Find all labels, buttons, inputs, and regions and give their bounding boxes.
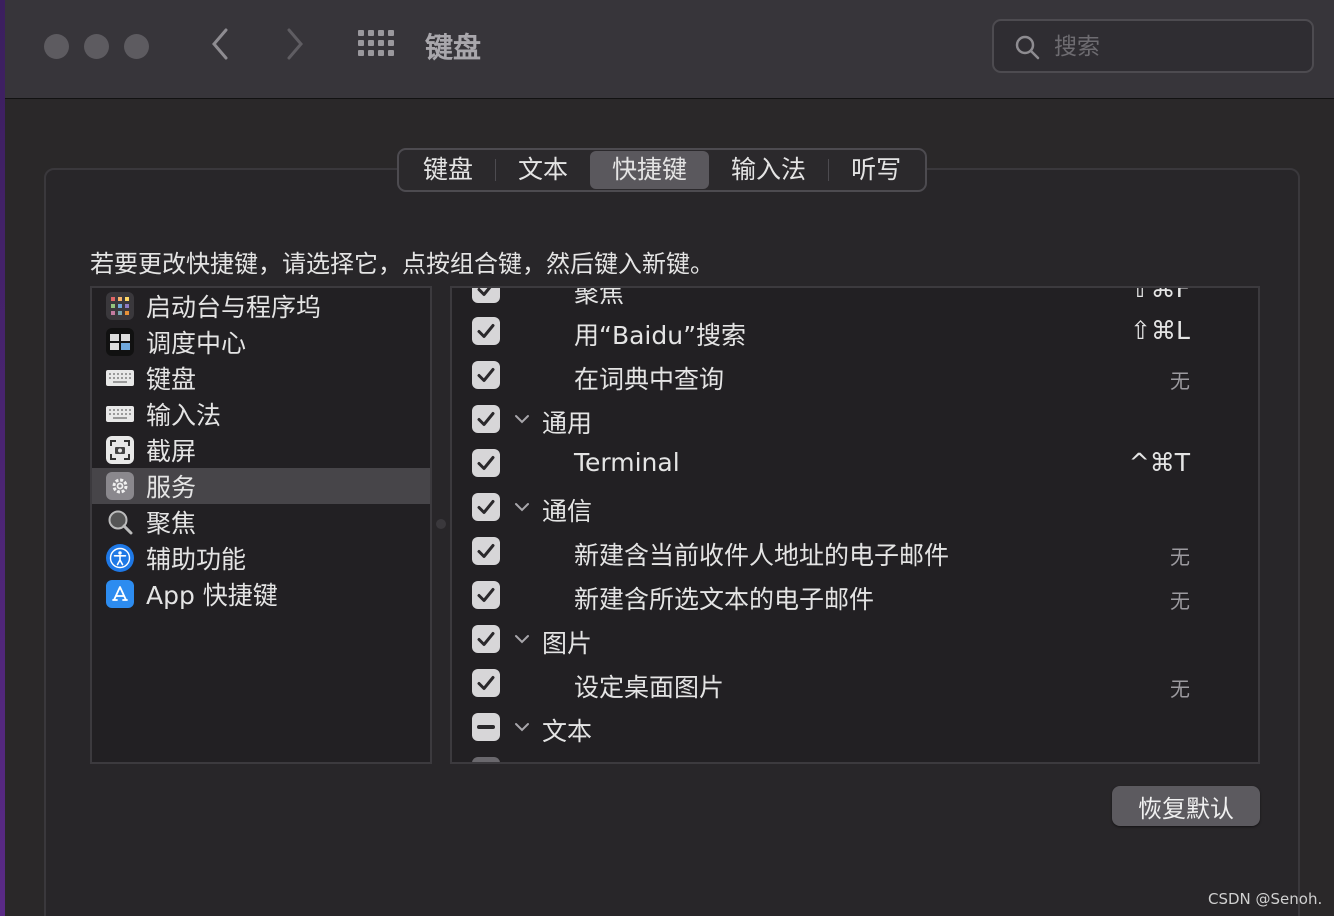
service-shortcut[interactable]: ⇧⌘L xyxy=(1130,316,1190,345)
service-row[interactable]: 新建含当前收件人地址的电子邮件 无 xyxy=(452,530,1258,574)
service-checkbox[interactable] xyxy=(472,537,500,565)
service-label: 在词典中查询 xyxy=(574,365,725,394)
tab-bar: 键盘 文本 快捷键 输入法 听写 xyxy=(397,148,928,192)
titlebar: 键盘 xyxy=(5,0,1334,99)
service-row[interactable]: 设定桌面图片 无 xyxy=(452,662,1258,706)
forward-arrow-icon[interactable] xyxy=(283,26,307,71)
input-method-icon xyxy=(106,400,134,428)
chevron-down-icon[interactable] xyxy=(514,500,530,514)
service-group-row[interactable]: 通用 xyxy=(452,398,1258,442)
category-label: 截屏 xyxy=(146,437,197,466)
group-checkbox-mixed[interactable] xyxy=(472,713,500,741)
category-list[interactable]: 启动台与程序坞 调度中心 键盘 输入法 截屏 服务 聚焦 辅助功能 App 快捷… xyxy=(90,286,432,764)
service-shortcut[interactable]: 无 xyxy=(1170,673,1190,702)
category-label: 输入法 xyxy=(146,401,222,430)
service-checkbox[interactable] xyxy=(472,581,500,609)
category-label: App 快捷键 xyxy=(146,581,278,610)
service-checkbox[interactable] xyxy=(472,317,500,345)
category-label: 键盘 xyxy=(146,365,197,394)
service-row[interactable]: 新建含所选文本的电子邮件 无 xyxy=(452,574,1258,618)
group-label: 文本 xyxy=(542,717,593,746)
close-window-button[interactable] xyxy=(44,34,69,59)
service-label: 用“Baidu”搜索 xyxy=(574,321,747,350)
service-group-row[interactable]: 通信 xyxy=(452,486,1258,530)
zoom-window-button[interactable] xyxy=(124,34,149,59)
service-row[interactable]: 用“Baidu”搜索 ⇧⌘L xyxy=(452,310,1258,354)
spotlight-icon xyxy=(106,508,134,536)
screenshot-icon xyxy=(106,436,134,464)
group-checkbox[interactable] xyxy=(472,625,500,653)
service-row[interactable]: Terminal ^⌘T xyxy=(452,442,1258,486)
group-checkbox[interactable] xyxy=(472,493,500,521)
search-icon xyxy=(1015,35,1040,60)
tab-input-sources[interactable]: 输入法 xyxy=(709,151,828,189)
category-label: 聚焦 xyxy=(146,509,197,538)
back-arrow-icon[interactable] xyxy=(208,26,232,71)
chevron-down-icon[interactable] xyxy=(514,632,530,646)
category-label: 辅助功能 xyxy=(146,545,247,574)
service-checkbox[interactable] xyxy=(472,669,500,697)
services-shortcut-list[interactable]: 聚焦 ⇧⌘F 用“Baidu”搜索 ⇧⌘L 在词典中查询 无 通用 Termin… xyxy=(450,286,1260,764)
service-row[interactable]: 在词典中查询 无 xyxy=(452,354,1258,398)
category-item-input-sources[interactable]: 输入法 xyxy=(92,396,430,432)
launchpad-icon xyxy=(106,292,134,320)
service-row[interactable]: 从文本创建字体集 xyxy=(452,750,1258,762)
search-field[interactable] xyxy=(992,19,1314,73)
service-label: 从文本创建字体集 xyxy=(574,756,774,762)
window-title: 键盘 xyxy=(425,31,482,64)
search-input[interactable] xyxy=(1054,30,1304,64)
chevron-down-icon[interactable] xyxy=(514,720,530,734)
service-group-row[interactable]: 文本 xyxy=(452,706,1258,750)
group-label: 通用 xyxy=(542,409,593,438)
category-item-accessibility[interactable]: 辅助功能 xyxy=(92,540,430,576)
service-checkbox[interactable] xyxy=(472,449,500,477)
service-label: 设定桌面图片 xyxy=(574,673,725,702)
chevron-down-icon[interactable] xyxy=(514,412,530,426)
service-checkbox[interactable] xyxy=(472,361,500,389)
tab-keyboard[interactable]: 键盘 xyxy=(401,151,495,189)
category-item-mission-control[interactable]: 调度中心 xyxy=(92,324,430,360)
service-shortcut[interactable]: 无 xyxy=(1170,541,1190,570)
category-item-keyboard[interactable]: 键盘 xyxy=(92,360,430,396)
service-label: 新建含当前收件人地址的电子邮件 xyxy=(574,541,950,570)
watermark: CSDN @Senoh. xyxy=(1208,890,1323,908)
category-item-app-shortcuts[interactable]: App 快捷键 xyxy=(92,576,430,612)
category-label: 调度中心 xyxy=(146,329,247,358)
accessibility-icon xyxy=(106,544,134,572)
service-shortcut[interactable]: 无 xyxy=(1170,585,1190,614)
gear-icon xyxy=(106,472,134,500)
split-view-handle[interactable] xyxy=(436,519,446,529)
instruction-text: 若要更改快捷键，请选择它，点按组合键，然后键入新键。 xyxy=(90,250,714,278)
mission-control-icon xyxy=(106,328,134,356)
tab-shortcuts[interactable]: 快捷键 xyxy=(590,151,710,189)
service-shortcut[interactable]: 无 xyxy=(1170,365,1190,394)
service-checkbox[interactable] xyxy=(472,288,500,303)
service-label: 新建含所选文本的电子邮件 xyxy=(574,585,875,614)
service-label: 聚焦 xyxy=(574,286,625,308)
service-row[interactable]: 聚焦 ⇧⌘F xyxy=(452,286,1258,312)
group-label: 通信 xyxy=(542,497,593,526)
group-checkbox[interactable] xyxy=(472,405,500,433)
service-label: Terminal xyxy=(574,448,680,477)
restore-defaults-button[interactable]: 恢复默认 xyxy=(1112,786,1260,826)
keyboard-icon xyxy=(106,364,134,392)
category-label: 服务 xyxy=(146,473,197,502)
service-group-row[interactable]: 图片 xyxy=(452,618,1258,662)
category-item-launchpad[interactable]: 启动台与程序坞 xyxy=(92,288,430,324)
category-item-services[interactable]: 服务 xyxy=(92,468,430,504)
app-store-icon xyxy=(106,580,134,608)
service-shortcut[interactable]: ⇧⌘F xyxy=(1130,288,1190,303)
category-item-spotlight[interactable]: 聚焦 xyxy=(92,504,430,540)
show-all-grid-icon[interactable] xyxy=(358,30,394,60)
minimize-window-button[interactable] xyxy=(84,34,109,59)
service-shortcut[interactable]: ^⌘T xyxy=(1129,448,1190,477)
desktop-edge xyxy=(0,0,5,916)
service-checkbox[interactable] xyxy=(472,757,500,762)
category-label: 启动台与程序坞 xyxy=(146,293,322,322)
tab-text[interactable]: 文本 xyxy=(496,151,590,189)
group-label: 图片 xyxy=(542,629,593,658)
category-item-screenshots[interactable]: 截屏 xyxy=(92,432,430,468)
tab-dictation[interactable]: 听写 xyxy=(829,151,923,189)
